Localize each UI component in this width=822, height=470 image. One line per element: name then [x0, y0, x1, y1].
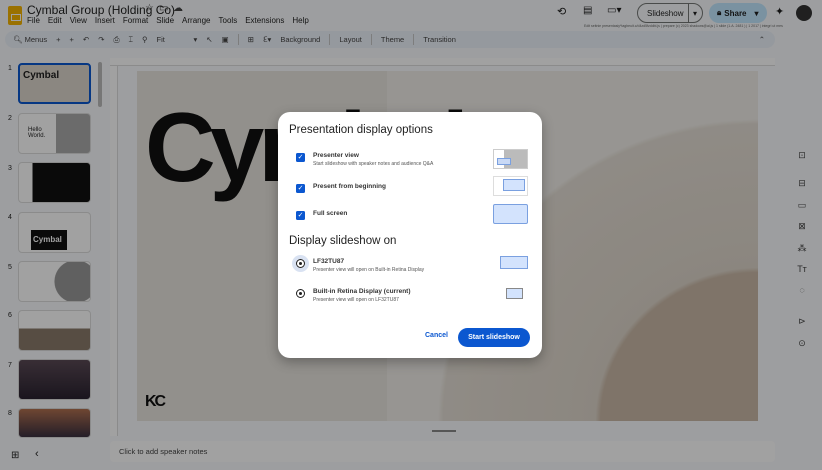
full-screen-preview-icon: [493, 204, 528, 224]
checkbox-checked-icon[interactable]: ✓: [296, 211, 305, 220]
option-label: Present from beginning: [313, 183, 386, 190]
display-section-title: Display slideshow on: [289, 235, 397, 247]
laptop-preview-icon: [506, 288, 523, 299]
dialog-title: Presentation display options: [289, 124, 433, 136]
presenter-view-preview-icon: [493, 149, 528, 169]
option-description: Start slideshow with speaker notes and a…: [313, 161, 434, 167]
present-beginning-preview-icon: [493, 176, 528, 196]
option-present-from-beginning[interactable]: ✓ Present from beginning: [296, 183, 386, 193]
monitor-preview-icon: [500, 256, 528, 269]
option-full-screen[interactable]: ✓ Full screen: [296, 210, 347, 220]
radio-icon[interactable]: [296, 289, 305, 298]
display-option-lf32tu87[interactable]: LF32TU87 Presenter view will open on Buil…: [296, 258, 424, 273]
start-slideshow-button[interactable]: Start slideshow: [458, 328, 530, 347]
display-label: Built-in Retina Display (current): [313, 288, 411, 295]
option-presenter-view[interactable]: ✓ Presenter view Start slideshow with spe…: [296, 152, 433, 167]
display-option-built-in[interactable]: Built-in Retina Display (current) Present…: [296, 288, 411, 303]
checkbox-checked-icon[interactable]: ✓: [296, 184, 305, 193]
presentation-options-dialog: Presentation display options ✓ Presenter…: [278, 112, 542, 358]
display-label: LF32TU87: [313, 258, 345, 265]
cancel-button[interactable]: Cancel: [425, 332, 448, 339]
display-description: Presenter view will open on LF32TU87: [313, 297, 399, 303]
display-description: Presenter view will open on Built-in Ret…: [313, 267, 425, 273]
option-label: Full screen: [313, 210, 348, 217]
option-label: Presenter view: [313, 152, 359, 159]
radio-selected-icon[interactable]: [296, 259, 305, 268]
checkbox-checked-icon[interactable]: ✓: [296, 153, 305, 162]
